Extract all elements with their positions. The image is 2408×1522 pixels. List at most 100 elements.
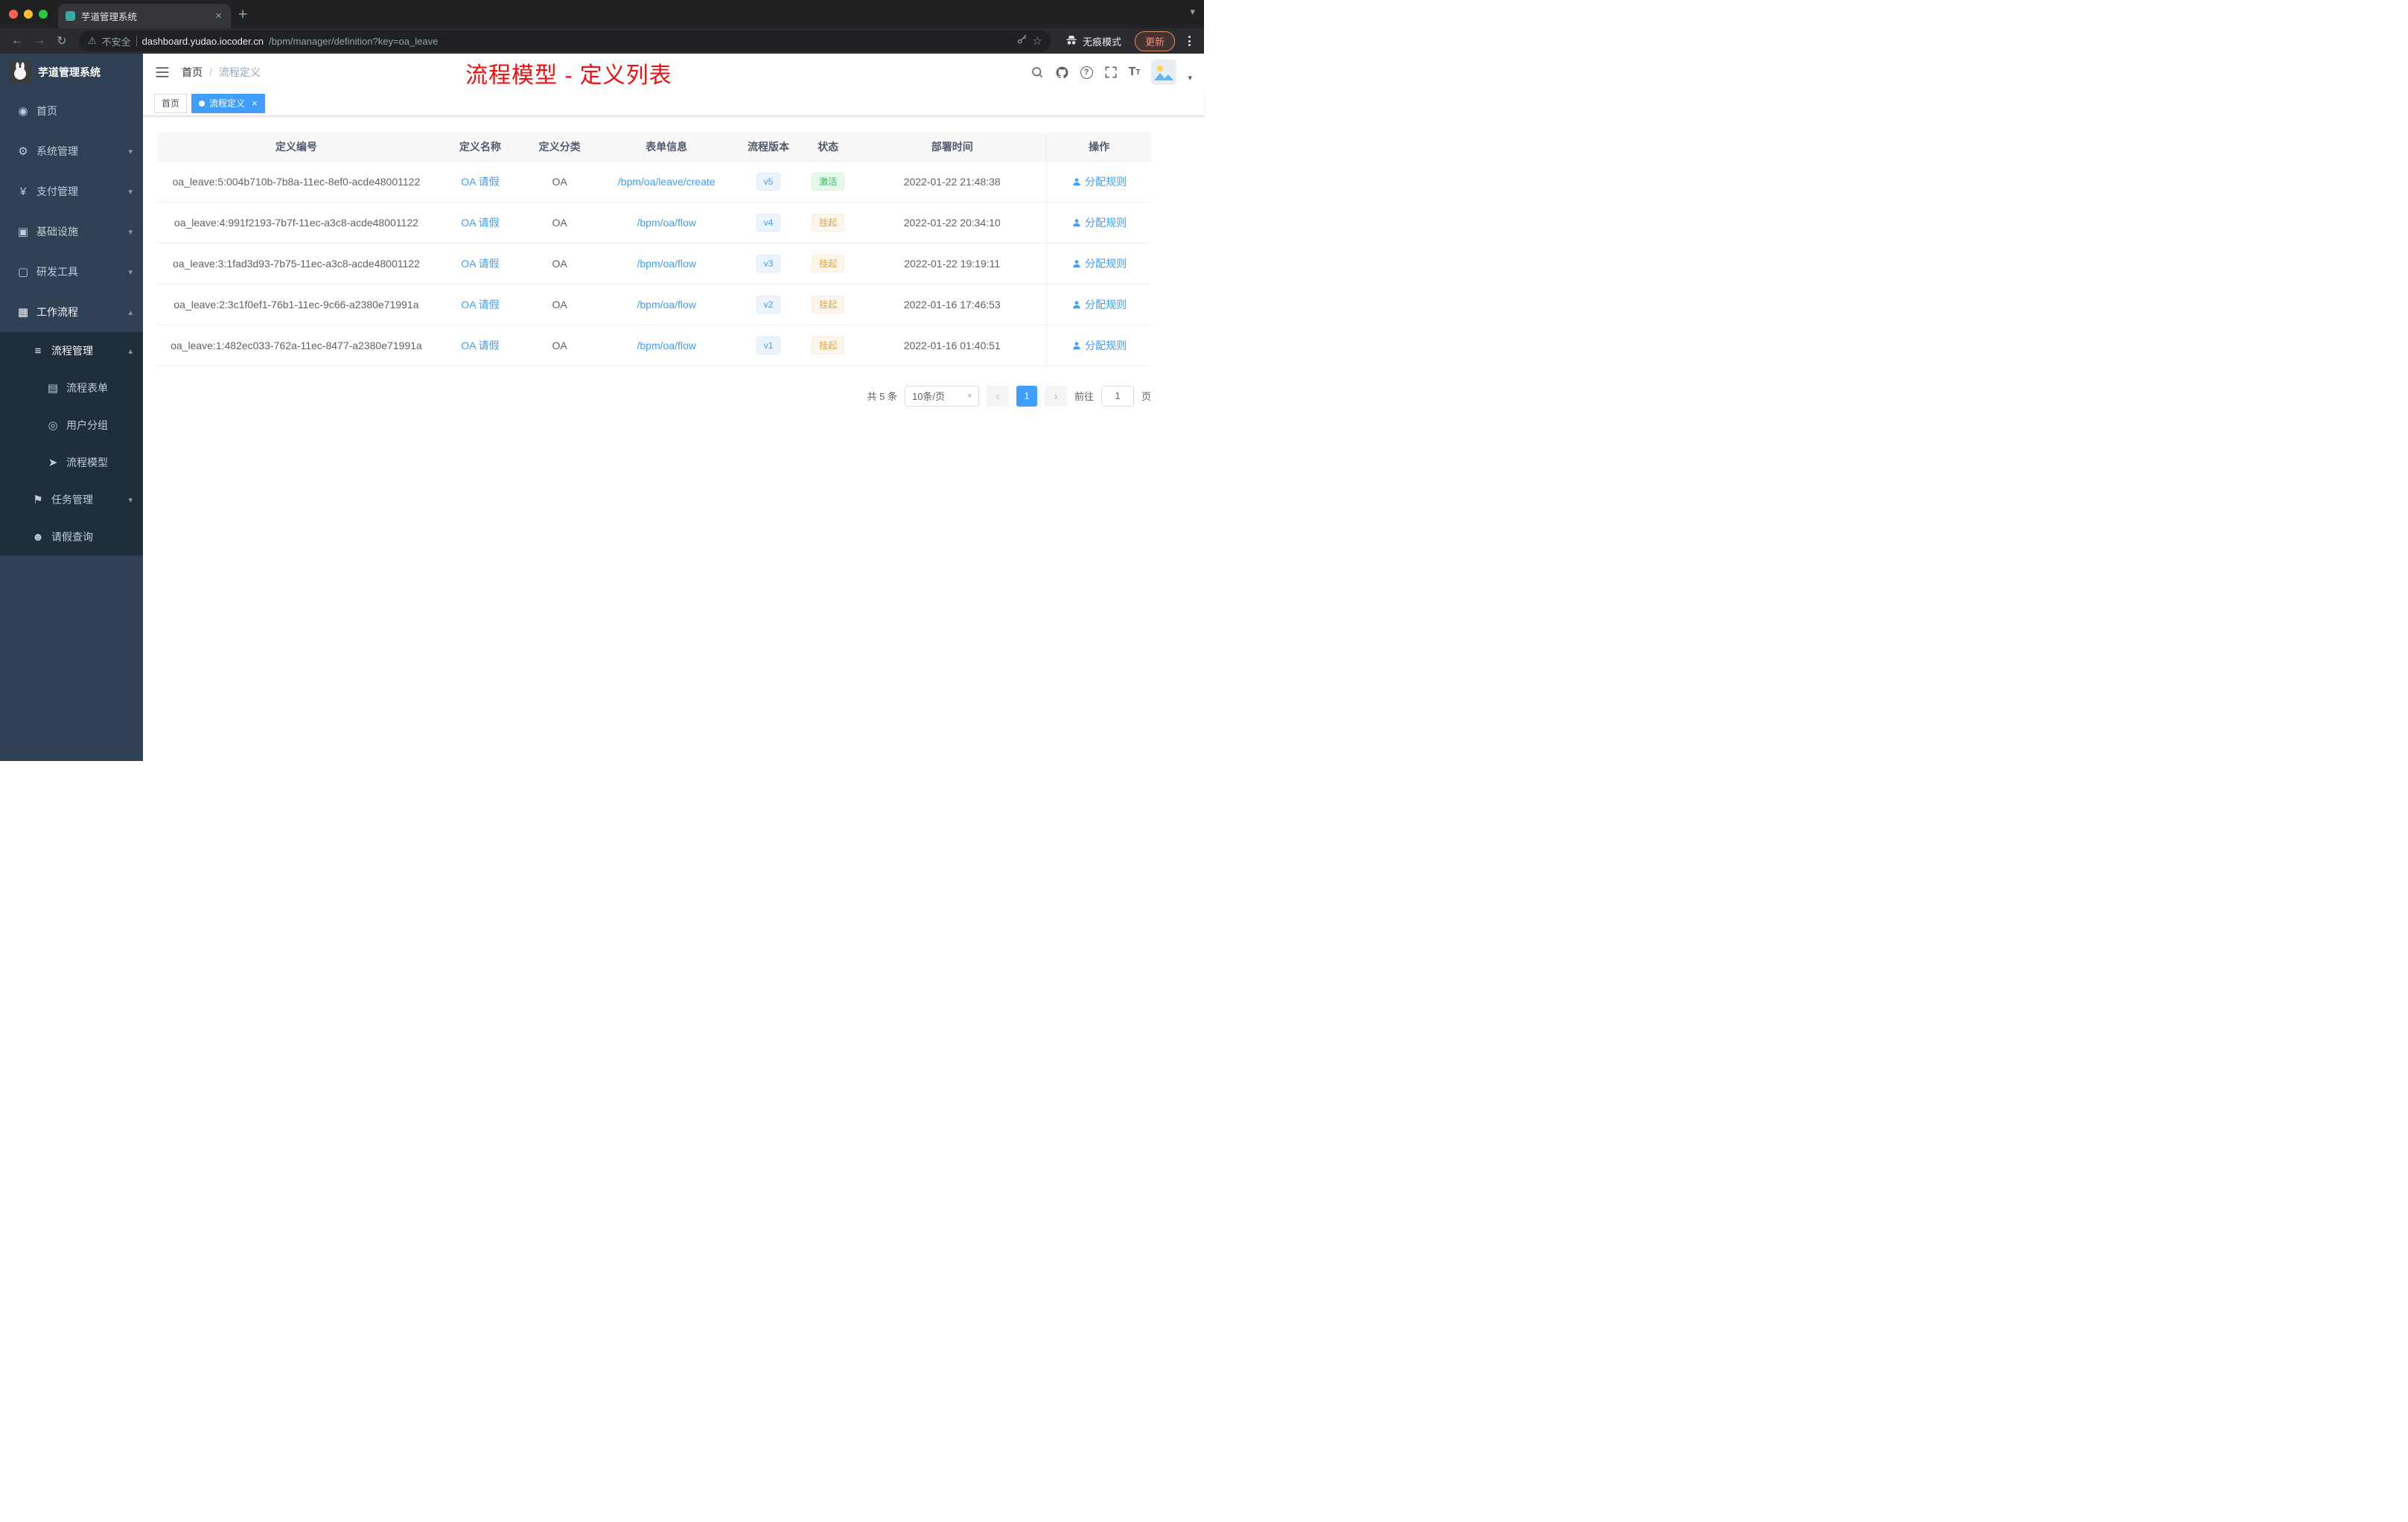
col-header-definition-name: 定义名称 — [435, 133, 525, 162]
definition-id: oa_leave:1:482ec033-762a-11ec-8477-a2380… — [157, 325, 436, 366]
sidebar-item-process-model[interactable]: ➤ 流程模型 — [0, 444, 143, 481]
tags-bar: 首页 流程定义 × — [143, 91, 1204, 116]
sidebar-item-process-management[interactable]: ≡ 流程管理 ▴ — [0, 332, 143, 369]
table-row: oa_leave:3:1fad3d93-7b75-11ec-a3c8-acde4… — [157, 243, 1151, 284]
col-header-category: 定义分类 — [524, 133, 595, 162]
forward-button[interactable]: → — [30, 31, 49, 51]
sidebar-item-system[interactable]: ⚙ 系统管理 ▾ — [0, 131, 143, 171]
form-info-link[interactable]: /bpm/oa/leave/create — [618, 176, 716, 188]
new-tab-button[interactable]: + — [238, 4, 247, 25]
app-logo[interactable]: 芋道管理系统 — [0, 54, 143, 91]
menu-fold-icon[interactable] — [155, 66, 170, 79]
address-bar[interactable]: ⚠ 不安全 dashboard.yudao.iocoder.cn/bpm/man… — [79, 31, 1051, 51]
pagination-total: 共 5 条 — [867, 391, 897, 402]
definition-name-link[interactable]: OA 请假 — [461, 299, 499, 311]
toolbox-icon: ▢ — [17, 266, 29, 278]
browser-toolbar: ← → ↻ ⚠ 不安全 dashboard.yudao.iocoder.cn/b… — [0, 28, 1204, 54]
version-badge: v1 — [756, 336, 781, 354]
avatar-caret-icon[interactable]: ▾ — [1188, 73, 1192, 83]
form-info-link[interactable]: /bpm/oa/flow — [637, 217, 695, 229]
assign-rule-button[interactable]: 分配规则 — [1071, 256, 1127, 271]
definition-id: oa_leave:3:1fad3d93-7b75-11ec-a3c8-acde4… — [157, 243, 436, 284]
help-icon[interactable]: ? — [1080, 66, 1093, 79]
assign-rule-button[interactable]: 分配规则 — [1071, 297, 1127, 312]
send-icon: ➤ — [48, 456, 58, 469]
fullscreen-icon[interactable] — [1104, 66, 1118, 79]
assign-rule-button[interactable]: 分配规则 — [1071, 215, 1127, 230]
minimize-window-button[interactable] — [24, 10, 33, 19]
chevron-down-icon: ▾ — [128, 267, 133, 277]
assign-rule-button[interactable]: 分配规则 — [1071, 338, 1127, 353]
status-badge: 挂起 — [812, 254, 845, 273]
prev-page-button[interactable]: ‹ — [986, 385, 1009, 407]
pagination: 共 5 条 10条/页 ▾ ‹ 1 › 前往 页 — [157, 385, 1151, 407]
deploy-time: 2022-01-22 20:34:10 — [858, 202, 1047, 243]
sidebar-item-devtools[interactable]: ▢ 研发工具 ▾ — [0, 252, 143, 292]
definition-name-link[interactable]: OA 请假 — [461, 258, 499, 270]
monitor-icon: ▣ — [17, 226, 29, 238]
browser-menu-icon[interactable] — [1182, 33, 1197, 49]
definition-id: oa_leave:4:991f2193-7b7f-11ec-a3c8-acde4… — [157, 202, 436, 243]
security-label: 不安全 — [101, 36, 131, 48]
close-window-button[interactable] — [9, 10, 18, 19]
tag-close-icon[interactable]: × — [252, 98, 258, 109]
sidebar-item-workflow[interactable]: ▦ 工作流程 ▴ — [0, 292, 143, 332]
browser-chrome: 芋道管理系统 × + ▾ ← → ↻ ⚠ 不安全 dashboard.yudao… — [0, 0, 1204, 54]
sidebar-item-leave-query[interactable]: ☻ 请假查询 — [0, 518, 143, 555]
sidebar-item-payment[interactable]: ¥ 支付管理 ▾ — [0, 171, 143, 211]
window-controls — [0, 0, 58, 28]
deploy-time: 2022-01-16 17:46:53 — [858, 284, 1047, 325]
deploy-time: 2022-01-22 19:19:11 — [858, 243, 1047, 284]
sidebar-item-infrastructure[interactable]: ▣ 基础设施 ▾ — [0, 211, 143, 252]
sidebar-item-process-form[interactable]: ▤ 流程表单 — [0, 369, 143, 407]
table-row: oa_leave:2:3c1f0ef1-76b1-11ec-9c66-a2380… — [157, 284, 1151, 325]
tag-home[interactable]: 首页 — [154, 93, 188, 113]
chevron-down-icon: ▾ — [128, 147, 133, 156]
chevron-down-icon: ▾ — [128, 227, 133, 237]
form-info-link[interactable]: /bpm/oa/flow — [637, 299, 695, 311]
status-badge: 挂起 — [812, 295, 845, 313]
password-key-icon[interactable] — [1016, 34, 1028, 48]
sidebar-item-home[interactable]: ◉ 首页 — [0, 91, 143, 131]
page-size-select[interactable]: 10条/页 ▾ — [904, 385, 979, 407]
page-1-button[interactable]: 1 — [1016, 385, 1037, 407]
tab-close-icon[interactable]: × — [214, 10, 223, 22]
table-header-row: 定义编号 定义名称 定义分类 表单信息 流程版本 状态 部署时间 操作 — [157, 133, 1151, 162]
bookmark-star-icon[interactable]: ☆ — [1033, 34, 1042, 48]
reload-button[interactable]: ↻ — [52, 31, 71, 51]
workflow-submenu: ≡ 流程管理 ▴ ▤ 流程表单 ◎ 用户分组 ➤ 流程模型 ⚑ 任务管理 ▾ ☻… — [0, 332, 143, 555]
chevron-up-icon: ▴ — [128, 308, 133, 317]
user-icon: ☻ — [32, 530, 44, 544]
back-button[interactable]: ← — [7, 31, 27, 51]
assign-rule-button[interactable]: 分配规则 — [1071, 174, 1127, 189]
goto-page-input[interactable] — [1101, 385, 1134, 407]
definition-name-link[interactable]: OA 请假 — [461, 176, 499, 188]
chevron-down-icon: ▾ — [128, 495, 133, 505]
font-size-icon[interactable]: TT — [1129, 66, 1141, 79]
breadcrumb-home[interactable]: 首页 — [182, 65, 203, 80]
security-warning-icon[interactable]: ⚠ — [88, 35, 97, 47]
update-button[interactable]: 更新 — [1134, 31, 1175, 51]
browser-tab[interactable]: 芋道管理系统 × — [58, 4, 231, 28]
version-badge: v3 — [756, 254, 781, 273]
sidebar-item-user-group[interactable]: ◎ 用户分组 — [0, 407, 143, 444]
zoom-window-button[interactable] — [39, 10, 48, 19]
user-avatar[interactable] — [1151, 60, 1177, 85]
tag-process-definition[interactable]: 流程定义 × — [191, 93, 265, 113]
form-info-link[interactable]: /bpm/oa/flow — [637, 340, 695, 351]
form-info-link[interactable]: /bpm/oa/flow — [637, 258, 695, 270]
definition-name-link[interactable]: OA 请假 — [461, 217, 499, 229]
sidebar-item-task-management[interactable]: ⚑ 任务管理 ▾ — [0, 481, 143, 518]
col-header-actions: 操作 — [1046, 133, 1151, 162]
definition-category: OA — [524, 161, 595, 203]
tab-search-chevron-icon[interactable]: ▾ — [1190, 6, 1195, 18]
col-header-definition-id: 定义编号 — [157, 133, 436, 162]
table-row: oa_leave:5:004b710b-7b8a-11ec-8ef0-acde4… — [157, 161, 1151, 203]
document-icon: ▤ — [47, 382, 59, 395]
next-page-button[interactable]: › — [1044, 385, 1067, 407]
definition-category: OA — [524, 243, 595, 284]
home-icon: ◉ — [18, 105, 28, 118]
definition-name-link[interactable]: OA 请假 — [461, 340, 499, 351]
search-icon[interactable] — [1031, 66, 1044, 79]
github-icon[interactable] — [1055, 66, 1069, 80]
